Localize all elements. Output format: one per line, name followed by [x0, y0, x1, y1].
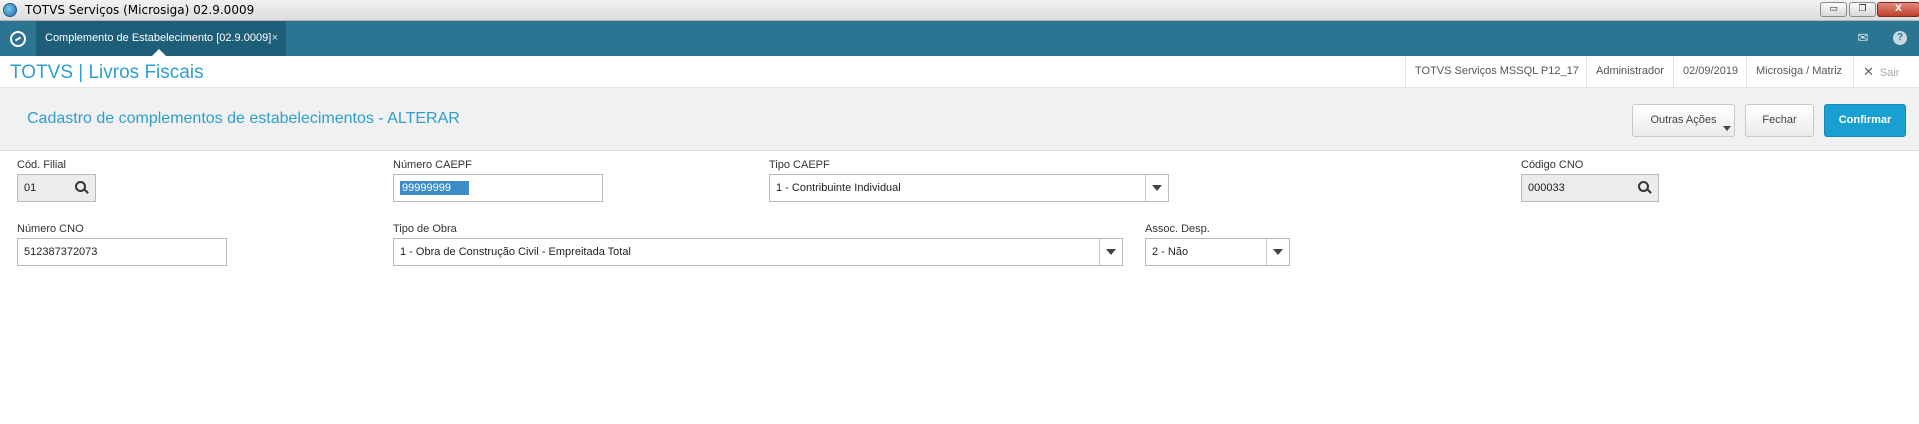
cod-filial-value: 01 — [24, 182, 37, 194]
cod-filial-label: Cód. Filial — [17, 159, 66, 171]
search-icon[interactable] — [1638, 181, 1652, 195]
tipo-obra-label: Tipo de Obra — [393, 223, 457, 235]
numero-caepf-value: 99999999 — [400, 181, 469, 195]
exit-label: Sair — [1879, 67, 1900, 79]
active-tab-pointer — [152, 49, 166, 56]
tab-label: Complemento de Estabelecimento [02.9.000… — [45, 32, 272, 44]
numero-caepf-input[interactable]: 99999999 — [393, 174, 603, 202]
assoc-desp-select[interactable]: 2 - Não — [1145, 238, 1290, 266]
tipo-caepf-value: 1 - Contribuinte Individual — [776, 182, 901, 194]
app-header: TOTVS | Livros Fiscais TOTVS Serviços MS… — [0, 56, 1919, 88]
company-info: Microsiga / Matriz — [1746, 56, 1851, 87]
exit-button[interactable]: ✕ Sair — [1853, 56, 1919, 87]
tipo-caepf-select[interactable]: 1 - Contribuinte Individual — [769, 174, 1169, 202]
numero-cno-label: Número CNO — [17, 223, 84, 235]
date-info: 02/09/2019 — [1673, 56, 1747, 87]
other-actions-label: Outras Ações — [1650, 114, 1717, 126]
chevron-down-icon[interactable] — [1145, 175, 1168, 201]
tipo-obra-select[interactable]: 1 - Obra de Construção Civil - Empreitad… — [393, 238, 1123, 266]
assoc-desp-value: 2 - Não — [1152, 246, 1189, 258]
numero-caepf-label: Número CAEPF — [393, 159, 472, 171]
environment-info: TOTVS Serviços MSSQL P12_17 — [1405, 56, 1588, 87]
chevron-down-icon[interactable] — [1266, 239, 1289, 265]
tab-close-icon[interactable]: × — [272, 21, 278, 56]
module-brand: TOTVS | Livros Fiscais — [10, 62, 204, 83]
numero-cno-input[interactable]: 512387372073 — [17, 238, 227, 266]
chevron-down-icon[interactable] — [1099, 239, 1122, 265]
help-button[interactable]: ? — [1893, 31, 1909, 45]
tipo-caepf-label: Tipo CAEPF — [769, 159, 830, 171]
home-logo-button[interactable] — [0, 21, 36, 56]
page-title: Cadastro de complementos de estabelecime… — [27, 110, 460, 127]
restore-button[interactable]: ❐ — [1849, 2, 1876, 17]
window-title: TOTVS Serviços (Microsiga) 02.9.0009 — [25, 3, 255, 17]
assoc-desp-label: Assoc. Desp. — [1145, 223, 1210, 235]
numero-cno-value: 512387372073 — [24, 246, 98, 258]
totvs-logo-icon — [10, 30, 26, 47]
codigo-cno-label: Código CNO — [1521, 159, 1584, 171]
user-info: Administrador — [1586, 56, 1673, 87]
close-window-button[interactable]: X — [1877, 2, 1919, 17]
codigo-cno-value: 000033 — [1528, 182, 1565, 194]
tipo-obra-value: 1 - Obra de Construção Civil - Empreitad… — [400, 246, 631, 258]
cod-filial-field[interactable]: 01 — [17, 174, 96, 202]
close-icon: ✕ — [1863, 64, 1874, 79]
other-actions-button[interactable]: Outras Ações — [1632, 104, 1735, 137]
confirm-button[interactable]: Confirmar — [1824, 104, 1906, 137]
page-toolbar: Cadastro de complementos de estabelecime… — [0, 88, 1919, 151]
tab-bar: Complemento de Estabelecimento [02.9.000… — [0, 21, 1919, 56]
app-logo-icon — [3, 3, 17, 17]
minimize-button[interactable]: ▭ — [1820, 2, 1847, 17]
dropdown-caret-icon — [1723, 126, 1731, 131]
close-button[interactable]: Fechar — [1745, 104, 1814, 137]
search-icon[interactable] — [75, 181, 89, 195]
window-titlebar: TOTVS Serviços (Microsiga) 02.9.0009 ▭ ❐… — [0, 0, 1919, 21]
codigo-cno-field[interactable]: 000033 — [1521, 174, 1659, 202]
help-icon: ? — [1893, 31, 1907, 45]
mail-icon[interactable]: ✉ — [1855, 31, 1871, 45]
